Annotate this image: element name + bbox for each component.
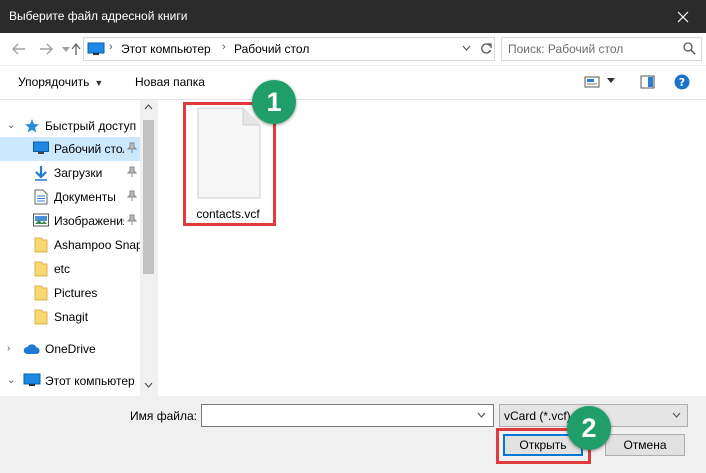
svg-text:?: ? [679, 76, 685, 89]
search-input[interactable] [502, 38, 678, 60]
forward-button[interactable] [37, 40, 55, 58]
caret-down-icon: ▼ [94, 78, 104, 88]
nav-item-pictures[interactable]: Pictures [0, 281, 140, 305]
search-icon[interactable] [683, 42, 696, 55]
refresh-icon[interactable] [480, 42, 492, 55]
nav-item-label: Загрузки [54, 166, 103, 180]
help-icon[interactable]: ? [674, 74, 690, 90]
step-badge-2: 2 [567, 406, 611, 450]
chevron-down-icon [672, 412, 681, 418]
address-row: › Этот компьютер › Рабочий стол [0, 33, 706, 65]
nav-item-label: Документы [54, 190, 116, 204]
file-icon [197, 107, 261, 199]
search-box [501, 37, 702, 61]
folder-icon [34, 309, 48, 325]
up-button[interactable] [70, 40, 82, 58]
nav-item-onedrive[interactable]: › OneDrive [0, 337, 140, 361]
file-type-value: vCard (*.vcf) [504, 409, 571, 423]
step-badge-1: 1 [252, 80, 296, 124]
computer-icon [87, 42, 105, 55]
breadcrumb-separator-icon: › [109, 41, 113, 53]
chevron-down-icon[interactable]: ⌄ [7, 375, 15, 386]
nav-item-snagit[interactable]: Snagit [0, 305, 140, 329]
back-button[interactable] [10, 40, 28, 58]
breadcrumb-separator-icon: › [222, 41, 226, 53]
file-open-dialog: Выберите файл адресной книги › Этот комп… [0, 0, 706, 473]
chevron-down-icon [62, 46, 70, 52]
nav-item-label: Этот компьютер [45, 374, 135, 388]
nav-item-this-pc[interactable]: ⌄ Этот компьютер [0, 369, 140, 393]
file-name-field-label: Имя файла: [130, 409, 197, 423]
nav-item-label: Ashampoo Snap [54, 238, 140, 252]
nav-item-ashampoo-snap[interactable]: Ashampoo Snap [0, 233, 140, 257]
folder-icon [34, 285, 48, 301]
nav-item-label: OneDrive [45, 342, 96, 356]
nav-item-documents[interactable]: Документы [0, 185, 140, 209]
new-folder-button[interactable]: Новая папка [135, 75, 205, 89]
breadcrumb-desktop[interactable]: Рабочий стол [234, 42, 309, 56]
close-button[interactable] [660, 0, 706, 33]
nav-item-label: Рабочий стол [54, 142, 124, 156]
pin-icon [127, 190, 137, 201]
folder-icon [34, 237, 48, 253]
scroll-up-icon[interactable] [144, 104, 153, 110]
close-icon [677, 11, 689, 22]
window-title: Выберите файл адресной книги [9, 9, 188, 23]
nav-item-label: etc [54, 262, 71, 276]
arrow-up-icon [71, 43, 81, 55]
folder-icon [34, 261, 48, 277]
scroll-down-icon[interactable] [144, 382, 153, 388]
desktop-icon [33, 141, 49, 154]
nav-scrollbar[interactable] [140, 100, 157, 396]
chevron-down-icon[interactable]: ⌄ [7, 120, 15, 131]
pin-icon [127, 166, 137, 177]
organize-button[interactable]: Упорядочить ▼ [18, 75, 103, 89]
preview-pane-icon[interactable] [640, 75, 655, 89]
download-icon [35, 166, 47, 181]
document-icon [34, 189, 48, 205]
image-icon [33, 213, 49, 227]
nav-item-label: Быстрый доступ [45, 119, 137, 133]
scrollbar-thumb[interactable] [143, 120, 154, 274]
chevron-right-icon[interactable]: › [7, 343, 10, 354]
nav-item-images[interactable]: Изображения [0, 209, 140, 233]
star-icon [25, 119, 39, 133]
chevron-down-icon[interactable] [462, 45, 471, 51]
nav-item-label: Изображения [54, 214, 124, 228]
cancel-button[interactable]: Отмена [605, 434, 685, 456]
file-name-combobox [201, 404, 494, 427]
computer-icon [23, 373, 41, 386]
file-item-contacts-vcf[interactable]: contacts.vcf [185, 107, 271, 223]
file-name-input[interactable] [202, 405, 474, 426]
file-list-pane: contacts.vcf [158, 100, 706, 396]
command-bar: Упорядочить ▼ Новая папка ? [0, 66, 706, 100]
breadcrumb-this-pc[interactable]: Этот компьютер [121, 42, 211, 56]
title-bar: Выберите файл адресной книги [0, 0, 706, 33]
arrow-right-icon [40, 43, 53, 55]
organize-label: Упорядочить [18, 75, 90, 89]
caret-down-icon[interactable] [607, 78, 615, 83]
file-name-label: contacts.vcf [196, 207, 260, 221]
cloud-icon [23, 344, 40, 354]
chevron-down-icon[interactable] [477, 412, 486, 418]
nav-item-downloads[interactable]: Загрузки [0, 161, 140, 185]
nav-item-etc[interactable]: etc [0, 257, 140, 281]
arrow-left-icon [12, 43, 25, 55]
pin-icon [127, 214, 137, 225]
address-bar[interactable]: › Этот компьютер › Рабочий стол [83, 37, 495, 61]
nav-item-label: Pictures [54, 286, 98, 300]
view-options-icon[interactable] [584, 75, 600, 89]
nav-item-quick-access[interactable]: ⌄ Быстрый доступ [0, 114, 140, 138]
pin-icon [127, 142, 137, 153]
navigation-pane: ⌄ Быстрый доступ Рабочий стол Загрузки Д… [0, 100, 157, 396]
nav-item-desktop[interactable]: Рабочий стол [0, 137, 140, 161]
nav-item-label: Snagit [54, 310, 89, 324]
